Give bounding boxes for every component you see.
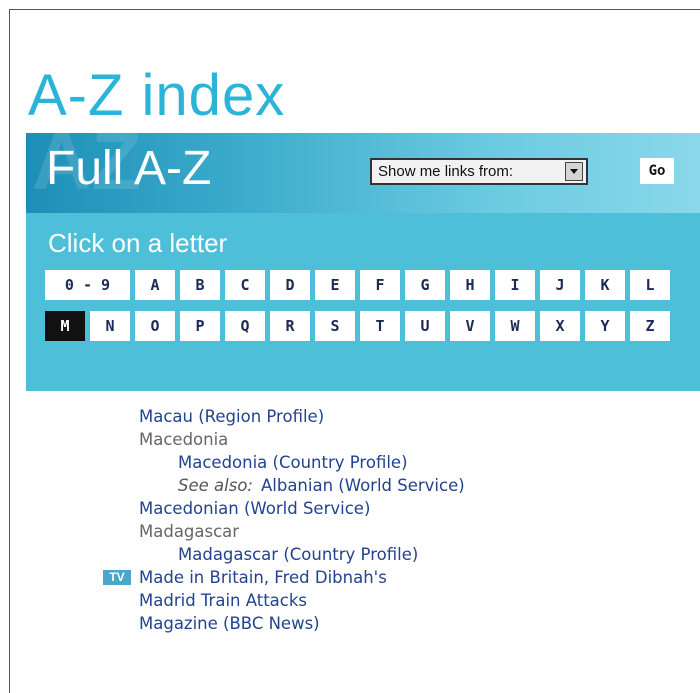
click-letter-prompt: Click on a letter — [48, 228, 228, 258]
letter-w-button[interactable]: W — [495, 311, 535, 341]
links-from-select-value: Show me links from: — [378, 163, 514, 180]
tv-icon: TV — [103, 570, 131, 585]
letter-e-button[interactable]: E — [315, 270, 355, 300]
index-heading: Macedonia — [139, 428, 228, 451]
index-link-text[interactable]: Madrid Train Attacks — [139, 591, 307, 610]
letter-x-button[interactable]: X — [540, 311, 580, 341]
letter-z-button[interactable]: Z — [630, 311, 670, 341]
index-link-text[interactable]: Madagascar (Country Profile) — [178, 545, 418, 564]
letter-h-button[interactable]: H — [450, 270, 490, 300]
letter-o-button[interactable]: O — [135, 311, 175, 341]
index-link-text[interactable]: Albanian (World Service) — [261, 476, 465, 495]
letter-y-button[interactable]: Y — [585, 311, 625, 341]
index-link-text[interactable]: Macedonia (Country Profile) — [178, 453, 408, 472]
letter-f-button[interactable]: F — [360, 270, 400, 300]
panel-heading: Full A-Z — [46, 142, 212, 195]
index-link: Madagascar (Country Profile) — [178, 543, 418, 566]
index-link-text[interactable]: Macedonian (World Service) — [139, 499, 370, 518]
index-link-text[interactable]: Made in Britain, Fred Dibnah's — [139, 568, 387, 587]
letter-j-button[interactable]: J — [540, 270, 580, 300]
letter-09-button[interactable]: 0 - 9 — [45, 270, 130, 300]
index-link: Macau (Region Profile) — [139, 405, 324, 428]
letter-q-button[interactable]: Q — [225, 311, 265, 341]
letter-d-button[interactable]: D — [270, 270, 310, 300]
index-link: See also: Albanian (World Service) — [178, 474, 465, 497]
index-link: Magazine (BBC News) — [139, 612, 320, 635]
index-link-text[interactable]: Magazine (BBC News) — [139, 614, 320, 633]
letter-v-button[interactable]: V — [450, 311, 490, 341]
index-heading: Madagascar — [139, 520, 239, 543]
letter-l-button[interactable]: L — [630, 270, 670, 300]
index-link: Macedonian (World Service) — [139, 497, 370, 520]
go-button[interactable]: Go — [640, 158, 674, 184]
letter-a-button[interactable]: A — [135, 270, 175, 300]
az-panel: AZ Full A-Z Show me links from: Go Click… — [26, 133, 700, 391]
chevron-down-icon[interactable] — [565, 162, 583, 181]
letter-m-button[interactable]: M — [45, 311, 85, 341]
links-from-select[interactable]: Show me links from: — [370, 158, 588, 185]
letter-u-button[interactable]: U — [405, 311, 445, 341]
letter-p-button[interactable]: P — [180, 311, 220, 341]
letter-t-button[interactable]: T — [360, 311, 400, 341]
see-also-label: See also: — [178, 476, 253, 495]
letter-row-1: 0 - 9ABCDEFGHIJKL — [45, 270, 675, 300]
page-title: A-Z index — [28, 62, 286, 128]
panel-header: AZ Full A-Z Show me links from: Go — [26, 133, 700, 213]
letter-n-button[interactable]: N — [90, 311, 130, 341]
letter-b-button[interactable]: B — [180, 270, 220, 300]
index-link: Madrid Train Attacks — [139, 589, 307, 612]
letter-r-button[interactable]: R — [270, 311, 310, 341]
index-heading-text: Macedonia — [139, 430, 229, 449]
index-heading-text: Madagascar — [139, 522, 240, 541]
letter-c-button[interactable]: C — [225, 270, 265, 300]
letter-g-button[interactable]: G — [405, 270, 445, 300]
letter-k-button[interactable]: K — [585, 270, 625, 300]
letter-row-2: MNOPQRSTUVWXYZ — [45, 311, 675, 341]
index-link: Macedonia (Country Profile) — [178, 451, 408, 474]
index-link: Made in Britain, Fred Dibnah's — [139, 566, 387, 589]
index-link-text[interactable]: Macau (Region Profile) — [139, 407, 324, 426]
letter-s-button[interactable]: S — [315, 311, 355, 341]
letter-i-button[interactable]: I — [495, 270, 535, 300]
